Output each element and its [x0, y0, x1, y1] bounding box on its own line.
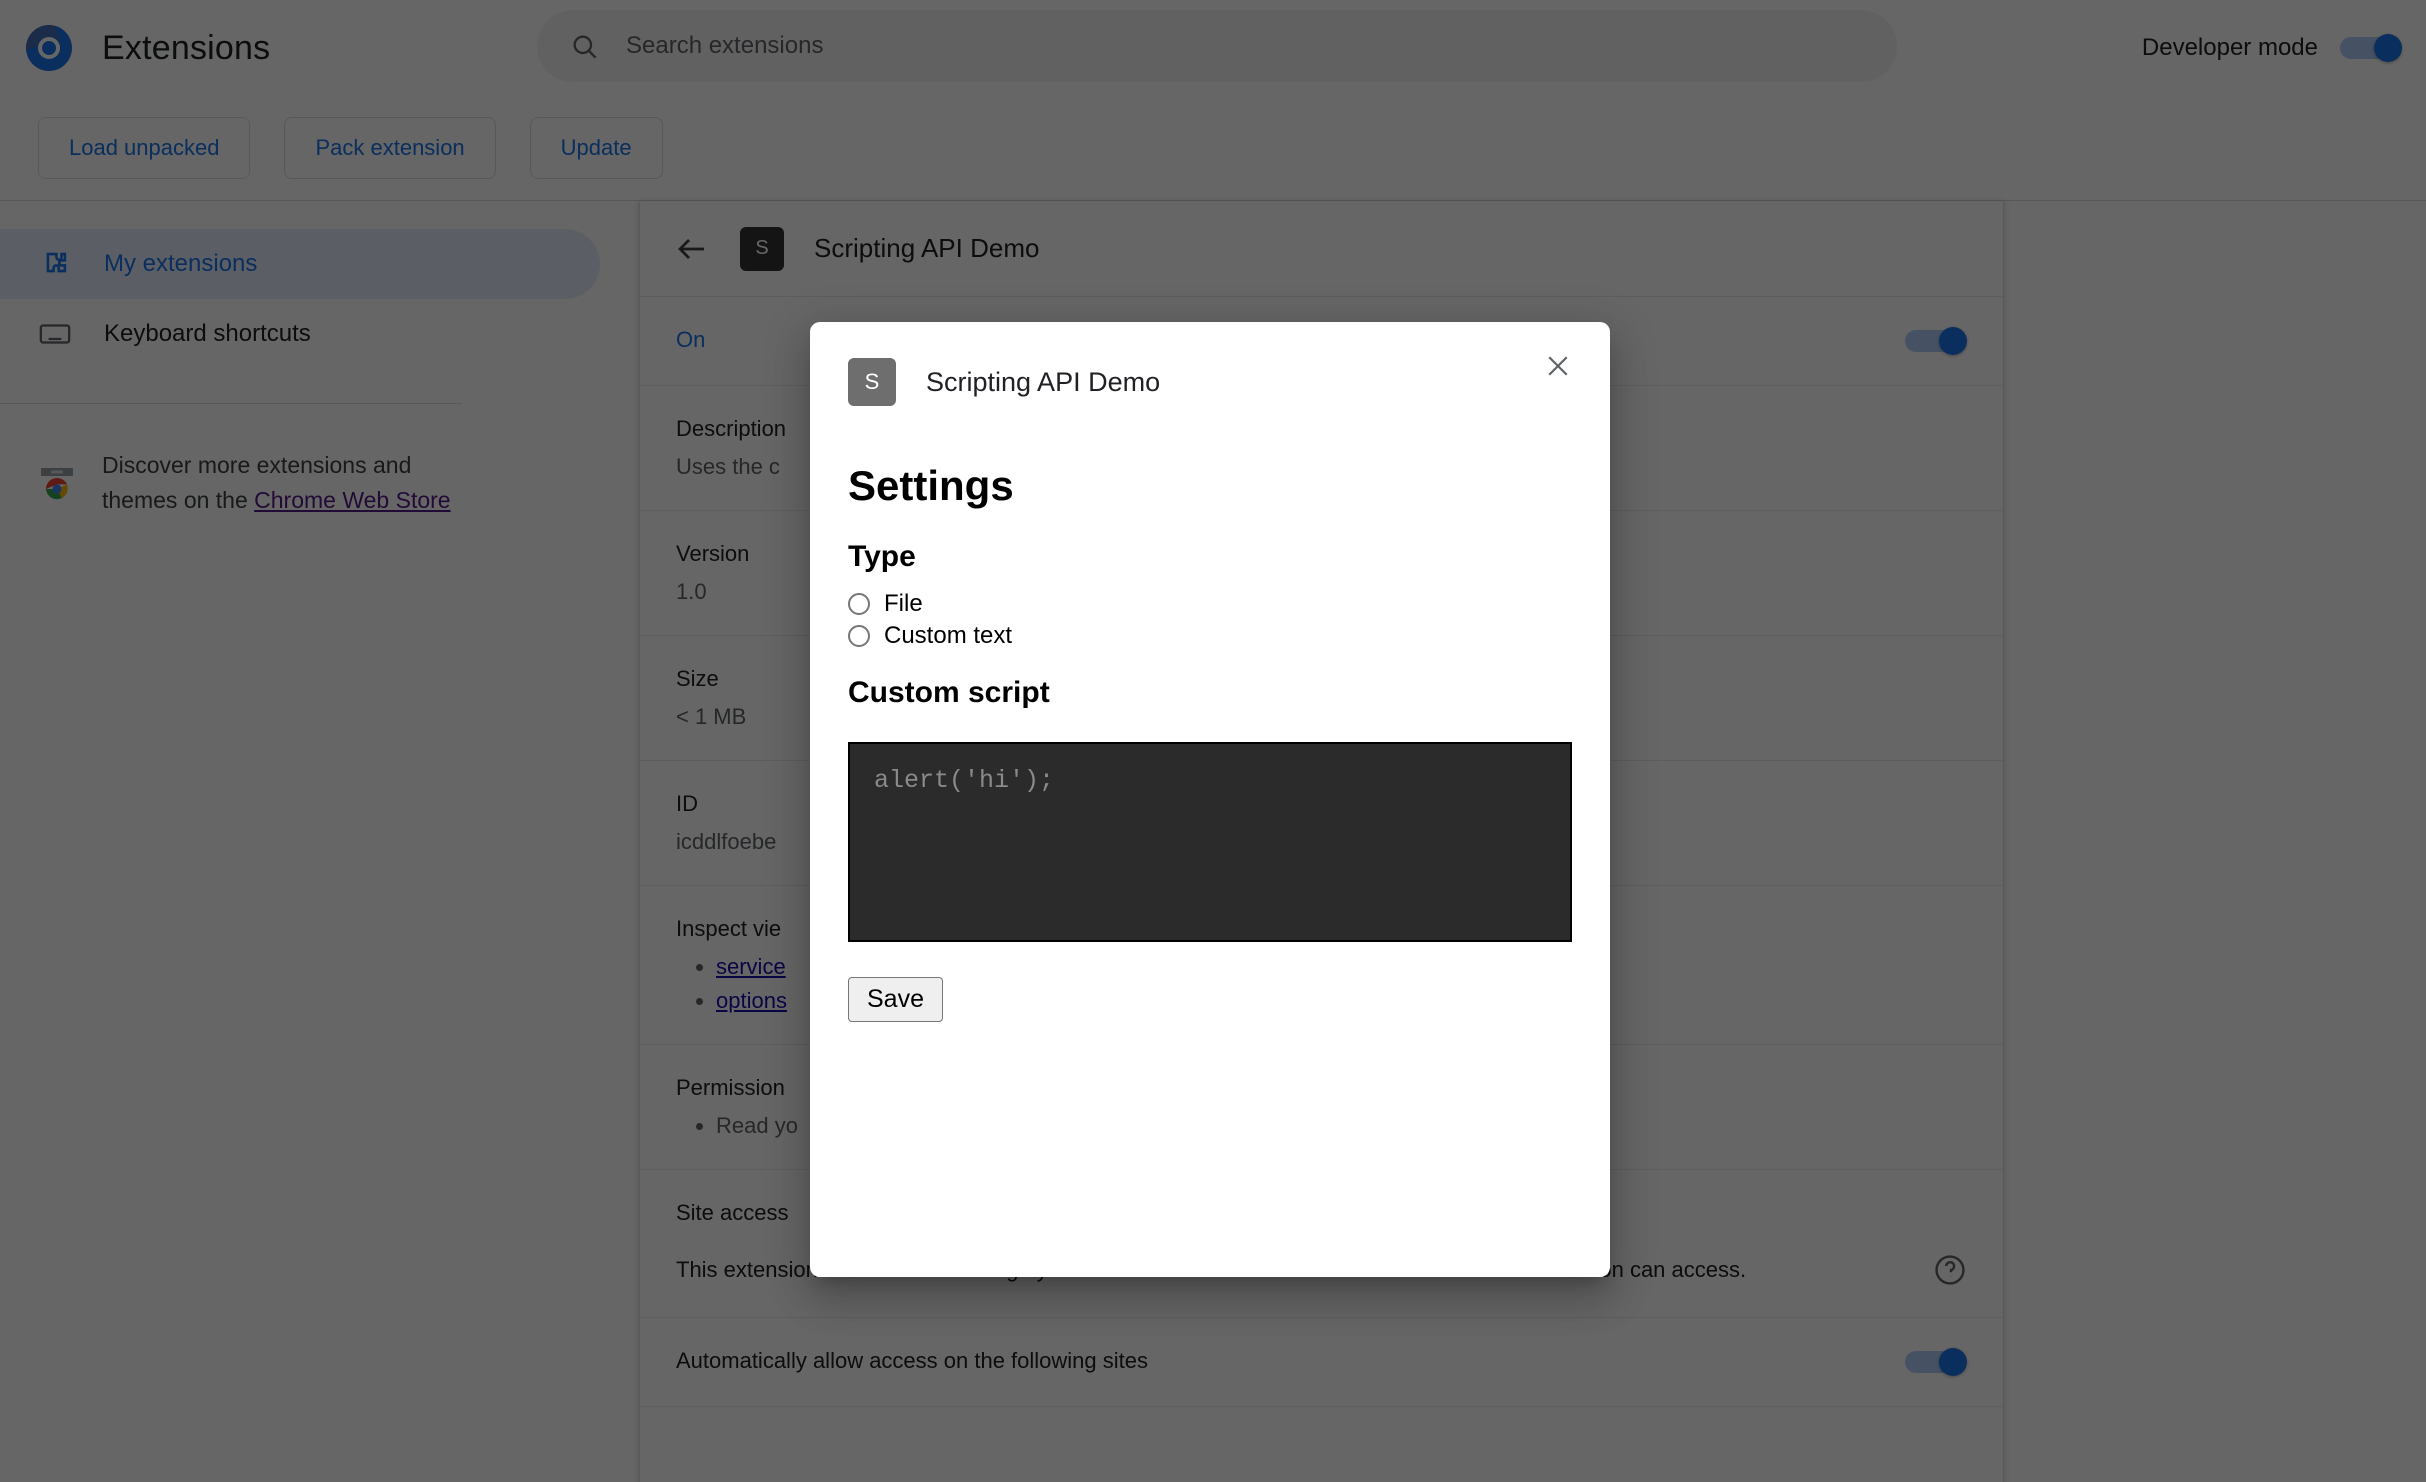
extension-icon: S — [848, 358, 896, 406]
dialog-title: Scripting API Demo — [926, 366, 1161, 397]
type-option-file[interactable]: File — [848, 590, 1572, 618]
settings-dialog: S Scripting API Demo Settings Type File … — [810, 322, 1610, 1277]
type-option-custom-text[interactable]: Custom text — [848, 622, 1572, 650]
custom-script-textarea[interactable] — [848, 742, 1572, 942]
radio-file[interactable] — [848, 593, 870, 615]
radio-label: File — [884, 590, 923, 617]
save-button[interactable]: Save — [848, 977, 943, 1022]
radio-custom-text[interactable] — [848, 625, 870, 647]
custom-script-heading: Custom script — [848, 676, 1050, 709]
type-heading: Type — [848, 540, 916, 573]
settings-heading: Settings — [848, 462, 1014, 509]
radio-label: Custom text — [884, 622, 1013, 649]
dialog-header: S Scripting API Demo — [848, 358, 1572, 406]
close-icon[interactable] — [1536, 344, 1580, 388]
